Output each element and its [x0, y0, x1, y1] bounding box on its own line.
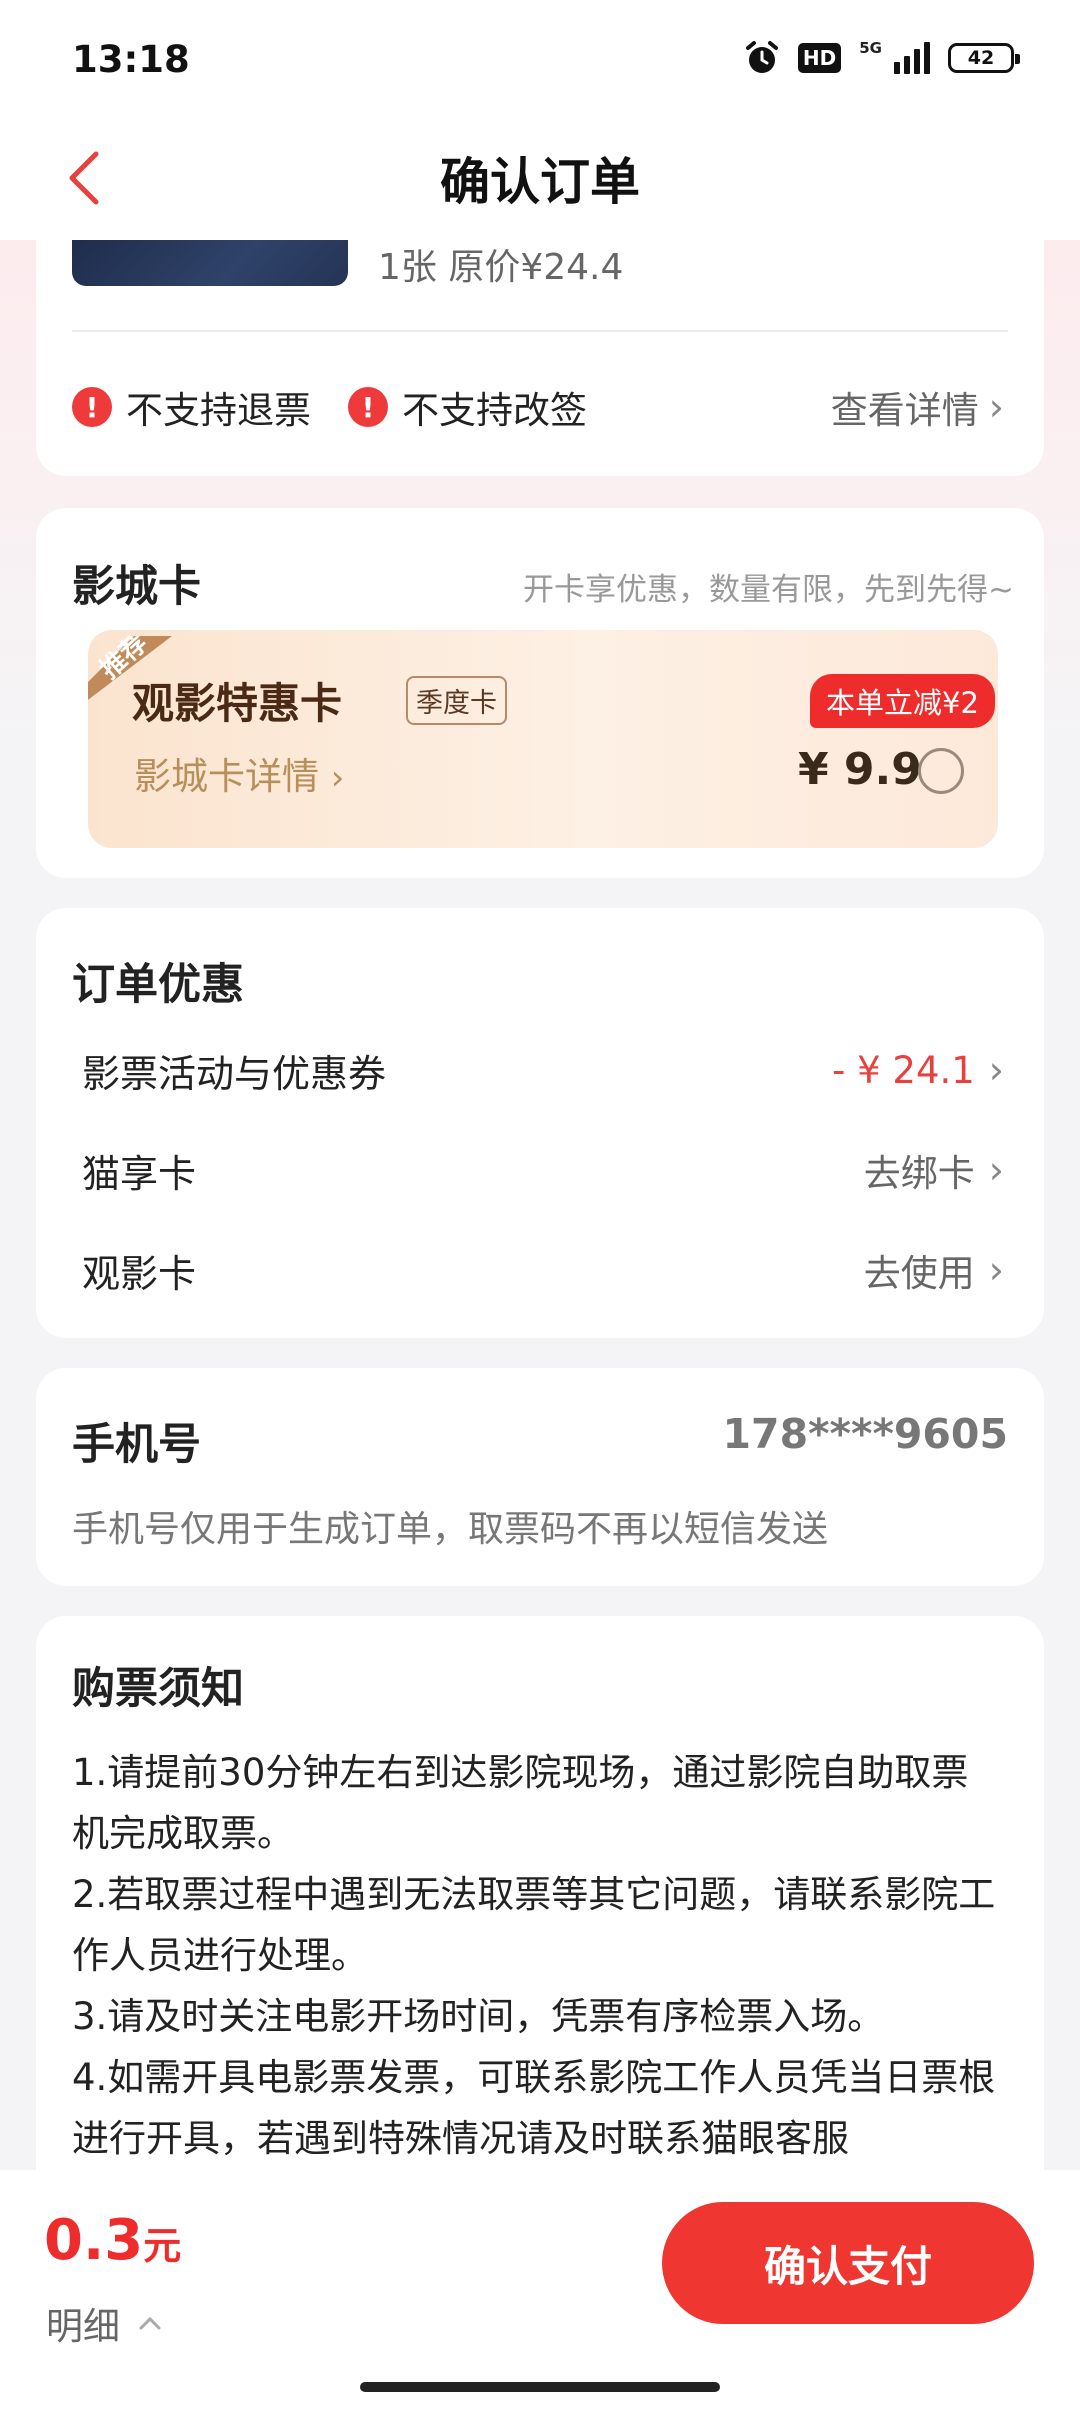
chevron-up-icon [139, 2316, 161, 2330]
alarm-icon [745, 41, 778, 73]
phone-note: 手机号仅用于生成订单，取票码不再以短信发送 [72, 1509, 829, 1550]
view-details-link[interactable]: 查看详情 › [831, 380, 1004, 434]
row-label: 影票活动与优惠券 [82, 1051, 387, 1096]
chevron-right-icon: › [988, 1148, 1004, 1192]
confirm-pay-button[interactable]: 确认支付 [662, 2202, 1034, 2324]
status-icons: HD 5G 42 [744, 39, 1020, 76]
network-type-label: 5G [859, 39, 882, 57]
discount-badge: 本单立减¥2 [810, 674, 995, 728]
cinema-card-section: 影城卡 开卡享优惠，数量有限，先到先得~ 推荐 观影特惠卡 季度卡 影城卡详情 … [36, 508, 1044, 878]
chevron-right-icon: › [988, 385, 1004, 429]
section-subtitle: 开卡享优惠，数量有限，先到先得~ [523, 572, 1014, 608]
policy-label: 不支持退票 [126, 389, 311, 432]
discount-row-maoxiang-card[interactable]: 猫享卡 去绑卡 › [82, 1130, 1004, 1210]
section-title: 购票须知 [72, 1664, 244, 1714]
policy-no-change: ! 不支持改签 [348, 380, 587, 434]
detail-label: 明细 [46, 2305, 120, 2348]
policy-label: 不支持改签 [402, 389, 587, 432]
row-label: 猫享卡 [82, 1151, 197, 1196]
notice-text: 1.请提前30分钟左右到达影院现场，通过影院自助取票机完成取票。 2.若取票过程… [72, 1751, 996, 2160]
amount-unit: 元 [143, 2224, 182, 2268]
bind-card-label: 去绑卡 [863, 1152, 975, 1195]
status-time: 13:18 [72, 38, 190, 81]
bottom-pay-bar: 0.3元 明细 确认支付 [0, 2170, 1080, 2412]
home-indicator [360, 2382, 720, 2392]
title-bar: 确认订单 [0, 120, 1080, 240]
phone-section: 手机号 178****9605 手机号仅用于生成订单，取票码不再以短信发送 [36, 1368, 1044, 1586]
status-bar: 13:18 HD 5G 42 [0, 0, 1080, 120]
order-discounts-section: 订单优惠 影票活动与优惠券 - ¥ 24.1 › 猫享卡 去绑卡 › 观影卡 去… [36, 908, 1044, 1338]
view-details-label: 查看详情 [830, 389, 979, 432]
vip-card-name: 观影特惠卡 [132, 679, 343, 728]
hd-icon: HD [797, 43, 842, 73]
warning-icon: ! [72, 387, 112, 427]
vip-card-radio[interactable] [918, 748, 964, 794]
use-card-label: 去使用 [863, 1252, 975, 1295]
vip-card-offer[interactable]: 推荐 观影特惠卡 季度卡 影城卡详情 › 本单立减¥2 ¥ 9.9 [88, 630, 998, 848]
page-title: 确认订单 [440, 153, 640, 211]
section-title: 订单优惠 [72, 960, 244, 1010]
total-amount: 0.3元 [44, 2208, 181, 2273]
coupon-amount: - ¥ 24.1 [832, 1048, 975, 1092]
battery-level: 42 [967, 47, 995, 69]
phone-number: 178****9605 [722, 1410, 1008, 1458]
battery-icon: 42 [948, 43, 1020, 73]
section-title: 手机号 [72, 1420, 201, 1470]
chevron-right-icon: › [988, 1048, 1004, 1092]
discount-row-viewing-card[interactable]: 观影卡 去使用 › [82, 1230, 1004, 1310]
chevron-right-icon: › [988, 1248, 1004, 1292]
row-label: 观影卡 [82, 1251, 197, 1296]
signal-icon [894, 42, 930, 74]
row-value: 去绑卡 › [864, 1143, 1004, 1197]
divider [72, 330, 1008, 332]
amount-value: 0.3 [44, 2208, 144, 2273]
ticket-price-info: 1张 原价¥24.4 [378, 247, 624, 288]
vip-details-label: 影城卡详情 [134, 755, 319, 798]
vip-card-details-link[interactable]: 影城卡详情 › [134, 746, 344, 800]
discount-row-coupons[interactable]: 影票活动与优惠券 - ¥ 24.1 › [82, 1030, 1004, 1110]
card-type-badge: 季度卡 [406, 676, 507, 725]
vip-card-price: ¥ 9.9 [798, 744, 922, 795]
row-value: 去使用 › [864, 1243, 1004, 1297]
policy-no-refund: ! 不支持退票 [72, 380, 311, 434]
price-detail-toggle[interactable]: 明细 [46, 2296, 162, 2350]
row-value: - ¥ 24.1 › [832, 1049, 1004, 1092]
chevron-right-icon: › [330, 758, 345, 798]
warning-icon: ! [348, 387, 388, 427]
section-title: 影城卡 [72, 562, 201, 612]
